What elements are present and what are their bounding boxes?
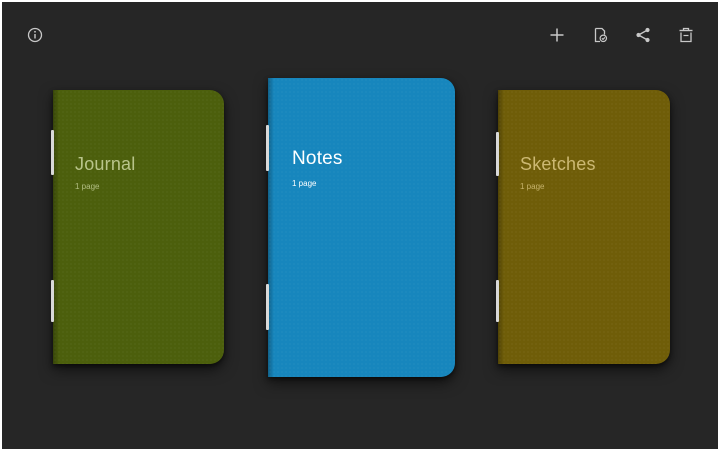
binding-clip [266,125,269,171]
share-button[interactable] [630,22,656,48]
notebook-texture [268,78,455,377]
notebook-texture [53,90,224,364]
notebook-sketches[interactable]: Sketches 1 page [496,90,670,364]
notebook-page-count: 1 page [292,179,317,188]
notebook-title: Journal [75,154,136,174]
notebook-notes[interactable]: Notes 1 page [266,78,455,377]
info-icon [27,27,43,43]
notebook-shelf: Journal 1 page Notes 1 page Sketches 1 p… [2,2,718,449]
notebook-texture [498,90,670,364]
notebook-title: Notes [292,148,343,169]
share-icon [635,27,651,43]
binding-clip [51,130,54,175]
notebook-journal[interactable]: Journal 1 page [51,90,224,364]
info-button[interactable] [22,22,48,48]
notebook-page-count: 1 page [75,182,100,191]
export-button[interactable] [587,22,613,48]
binding-clip [266,284,269,330]
trash-icon [678,27,694,43]
plus-icon [549,27,565,43]
binding-clip [51,280,54,322]
add-notebook-button[interactable] [544,22,570,48]
binding-clip [496,132,499,176]
document-export-icon [592,27,608,43]
binding-clip [496,280,499,322]
notebook-page-count: 1 page [520,182,545,191]
notebook-title: Sketches [520,154,596,174]
delete-button[interactable] [673,22,699,48]
